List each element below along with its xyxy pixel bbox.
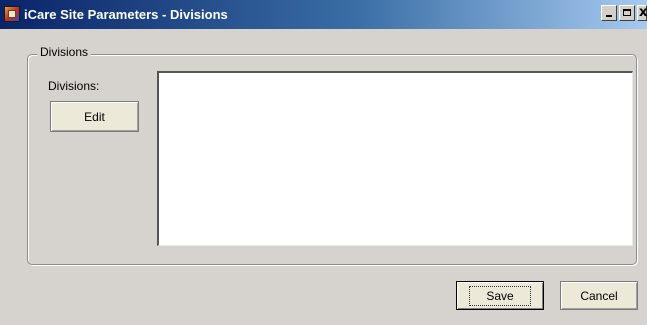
cancel-button[interactable]: Cancel	[560, 281, 638, 310]
edit-button-label: Edit	[84, 109, 105, 124]
divisions-listbox[interactable]	[157, 71, 633, 246]
app-icon[interactable]	[4, 6, 20, 22]
window-title: iCare Site Parameters - Divisions	[24, 7, 228, 22]
edit-button[interactable]: Edit	[50, 101, 139, 132]
minimize-icon[interactable]	[601, 5, 617, 21]
cancel-button-label: Cancel	[580, 288, 618, 303]
window-controls	[599, 5, 647, 23]
groupbox-legend: Divisions	[37, 45, 92, 59]
save-button-label: Save	[469, 285, 531, 306]
close-icon[interactable]	[637, 5, 647, 21]
divisions-label: Divisions:	[48, 79, 100, 93]
dialog-window: iCare Site Parameters - Divisions Divisi…	[0, 0, 647, 325]
save-button[interactable]: Save	[456, 281, 544, 310]
title-bar[interactable]: iCare Site Parameters - Divisions	[0, 0, 647, 29]
maximize-icon[interactable]	[619, 5, 635, 21]
